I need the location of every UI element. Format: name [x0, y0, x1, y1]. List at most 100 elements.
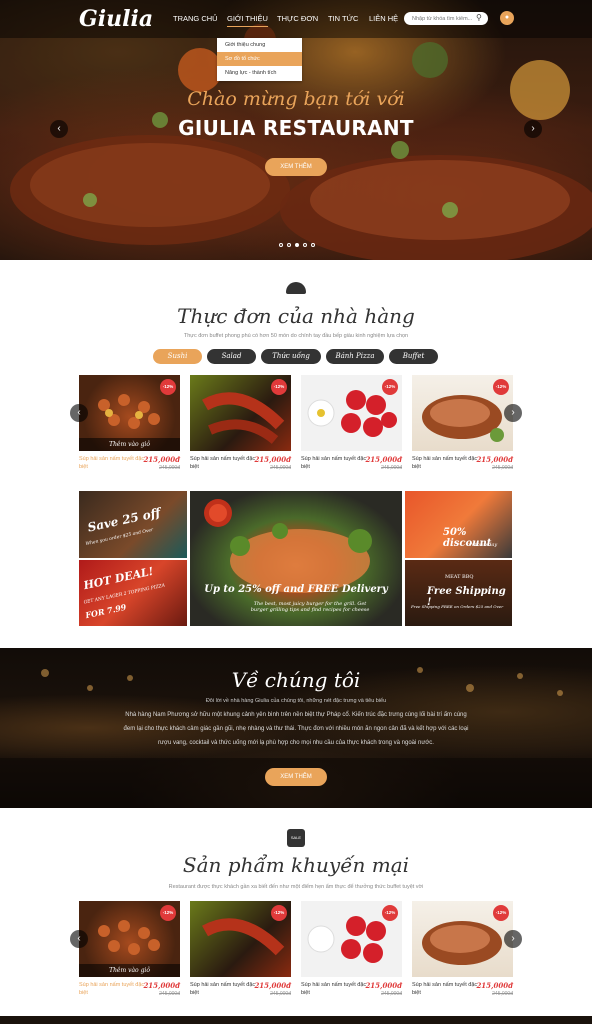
product-old-price: 245,000đ — [492, 991, 513, 997]
products-next-arrow-icon[interactable]: › — [504, 404, 522, 422]
product-name[interactable]: Súp hải sản nấm tuyết đặc biệt — [301, 455, 369, 471]
banner-hot-deal-price: FOR 7.99 — [84, 601, 128, 621]
product-name[interactable]: Súp hải sản nấm tuyết đặc biệt — [79, 981, 147, 997]
nav-item-contact[interactable]: LIÊN HỆ — [369, 14, 398, 23]
menu-section-title: Thực đơn của nhà hàng — [177, 304, 415, 328]
promo-next-arrow-icon[interactable]: › — [504, 930, 522, 948]
about-line-3: rượu vang, cocktail và thức uống mới lạ … — [158, 740, 434, 746]
cart-icon[interactable]: ● — [500, 11, 514, 25]
product-image-sausage[interactable]: -12% — [190, 375, 291, 451]
discount-badge: -12% — [271, 905, 287, 921]
product-name[interactable]: Súp hải sản nấm tuyết đặc biệt — [79, 455, 147, 471]
about-title: Về chúng tôi — [231, 668, 361, 692]
dropdown-item-org-chart[interactable]: Sơ đồ tổ chức — [217, 52, 302, 66]
cloche-icon — [286, 282, 306, 294]
tab-sushi[interactable]: Sushi — [153, 349, 202, 364]
banner-delivery-subtitle: The best, most juicy burger for the gril… — [250, 601, 370, 613]
product-image-strawberries[interactable]: -12% — [301, 901, 402, 977]
tab-salad[interactable]: Salad — [207, 349, 256, 364]
about-line-1: Nhà hàng Nam Phương sở hữu một khung cản… — [125, 712, 467, 718]
promo-banner-free-shipping[interactable]: MEAT BBQ Free Shipping ! Free Shipping F… — [405, 560, 512, 626]
discount-badge: -12% — [493, 379, 509, 395]
product-price: 215,000đ — [365, 981, 402, 990]
product-old-price: 245,000đ — [381, 991, 402, 997]
product-price: 215,000đ — [365, 455, 402, 464]
products-prev-arrow-icon[interactable]: ‹ — [70, 404, 88, 422]
nav-item-menu[interactable]: THỰC ĐƠN — [277, 14, 318, 23]
nav-item-home[interactable]: TRANG CHỦ — [173, 14, 218, 23]
product-name[interactable]: Súp hải sản nấm tuyết đặc biệt — [301, 981, 369, 997]
about-dropdown-menu: Giới thiệu chung Sơ đồ tổ chức Năng lực … — [217, 38, 302, 81]
dropdown-item-achievements[interactable]: Năng lực - thành tích — [217, 66, 302, 80]
product-card[interactable]: -12% Súp hải sản nấm tuyết đặc biệt 215,… — [301, 375, 402, 471]
footer-strip — [0, 1016, 592, 1024]
promo-banner-delivery[interactable]: Up to 25% off and FREE Delivery The best… — [190, 491, 402, 626]
discount-badge: -12% — [271, 379, 287, 395]
banner-discount-subtitle: on thursday — [467, 542, 498, 548]
product-price: 215,000đ — [476, 981, 513, 990]
product-name[interactable]: Súp hải sản nấm tuyết đặc biệt — [190, 455, 258, 471]
product-card[interactable]: -12% Súp hải sản nấm tuyết đặc biệt 215,… — [190, 901, 291, 997]
product-name[interactable]: Súp hải sản nấm tuyết đặc biệt — [412, 455, 480, 471]
product-card[interactable]: -12% Thêm vào giỏ Súp hải sản nấm tuyết … — [79, 901, 180, 997]
about-more-button[interactable]: XEM THÊM — [265, 768, 327, 786]
product-old-price: 245,000đ — [381, 465, 402, 471]
product-old-price: 245,000đ — [270, 465, 291, 471]
site-logo[interactable]: Giulia — [79, 6, 153, 32]
discount-badge: -12% — [382, 379, 398, 395]
banner-bbq-tag: MEAT BBQ — [445, 574, 474, 580]
product-card[interactable]: -12% Súp hải sản nấm tuyết đặc biệt 215,… — [301, 901, 402, 997]
promo-section-subtitle: Restaurant được thực khách gần xa biết đ… — [168, 884, 424, 890]
promo-banner-discount[interactable]: 50% discount on thursday — [405, 491, 512, 558]
slider-dot[interactable] — [279, 243, 283, 247]
product-name[interactable]: Súp hải sản nấm tuyết đặc biệt — [412, 981, 480, 997]
slider-dot[interactable] — [311, 243, 315, 247]
dropdown-item-overview[interactable]: Giới thiệu chung — [217, 38, 302, 52]
nav-item-news[interactable]: TIN TỨC — [328, 14, 358, 23]
discount-badge: -12% — [382, 905, 398, 921]
product-image-sausage[interactable]: -12% — [190, 901, 291, 977]
slider-dots — [279, 243, 315, 247]
promo-prev-arrow-icon[interactable]: ‹ — [70, 930, 88, 948]
search-icon[interactable]: ⚲ — [476, 13, 486, 23]
product-image-strawberries[interactable]: -12% — [301, 375, 402, 451]
promo-section-title: Sản phẩm khuyến mại — [182, 853, 410, 877]
banner-delivery-title: Up to 25% off and FREE Delivery — [204, 584, 388, 595]
add-to-cart-button[interactable]: Thêm vào giỏ — [79, 964, 180, 977]
product-image-roast[interactable]: -12% — [412, 901, 513, 977]
hero-prev-arrow-icon[interactable]: ‹ — [50, 120, 68, 138]
menu-section-subtitle: Thực đơn buffet phong phú có hơn 50 món … — [183, 333, 409, 339]
discount-badge: -12% — [160, 905, 176, 921]
add-to-cart-button[interactable]: Thêm vào giỏ — [79, 438, 180, 451]
product-price: 215,000đ — [254, 455, 291, 464]
product-old-price: 245,000đ — [270, 991, 291, 997]
hero-next-arrow-icon[interactable]: › — [524, 120, 542, 138]
slider-dot[interactable] — [287, 243, 291, 247]
about-line-2: đem lại cho thực khách cảm giác gần gũi,… — [123, 726, 469, 732]
banner-shipping-subtitle: Free Shipping FREE on Orders $25 and Ove… — [411, 604, 504, 609]
product-old-price: 245,000đ — [159, 465, 180, 471]
discount-badge: -12% — [493, 905, 509, 921]
product-image-roast[interactable]: -12% — [412, 375, 513, 451]
tab-buffet[interactable]: Buffet — [389, 349, 438, 364]
slider-dot-active[interactable] — [295, 243, 299, 247]
promo-banner-hot-deal[interactable]: HOT DEAL! GET ANY LAGER 2 TOPPING PIZZA … — [79, 560, 187, 626]
product-card[interactable]: -12% Súp hải sản nấm tuyết đặc biệt 215,… — [412, 901, 513, 997]
tab-pizza[interactable]: Bánh Pizza — [326, 349, 384, 364]
product-image-skewers[interactable]: -12% Thêm vào giỏ — [79, 375, 180, 451]
about-lead: Đôi lời về nhà hàng Giulia của chúng tôi… — [205, 698, 387, 704]
product-price: 215,000đ — [143, 981, 180, 990]
nav-item-about[interactable]: GIỚI THIỆU — [227, 14, 268, 27]
product-price: 215,000đ — [476, 455, 513, 464]
product-card[interactable]: -12% Thêm vào giỏ Súp hải sản nấm tuyết … — [79, 375, 180, 471]
hero-more-button[interactable]: XEM THÊM — [265, 158, 327, 176]
product-card[interactable]: -12% Súp hải sản nấm tuyết đặc biệt 215,… — [190, 375, 291, 471]
product-image-skewers[interactable]: -12% Thêm vào giỏ — [79, 901, 180, 977]
product-price: 215,000đ — [254, 981, 291, 990]
promo-banner-save[interactable]: Save 25 off When you order $25 and Over — [79, 491, 187, 558]
hero-welcome-text: Chào mừng bạn tới với — [187, 88, 405, 110]
slider-dot[interactable] — [303, 243, 307, 247]
product-name[interactable]: Súp hải sản nấm tuyết đặc biệt — [190, 981, 258, 997]
tab-drinks[interactable]: Thức uống — [261, 349, 321, 364]
product-card[interactable]: -12% Súp hải sản nấm tuyết đặc biệt 215,… — [412, 375, 513, 471]
